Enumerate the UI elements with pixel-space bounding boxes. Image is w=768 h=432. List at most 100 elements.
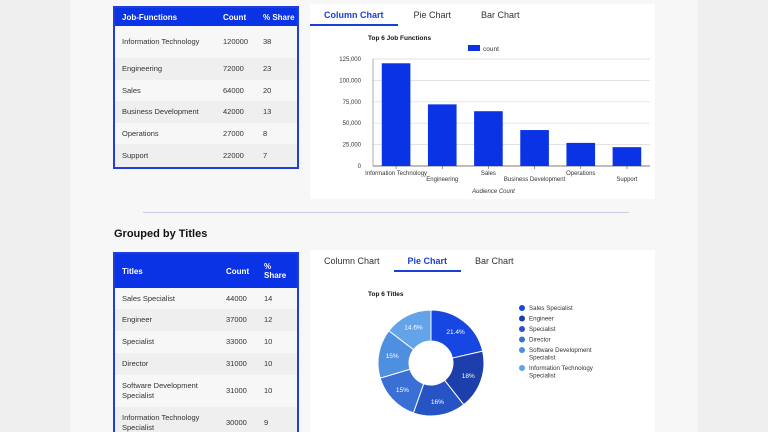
cell-count: 37000 [219, 309, 257, 331]
tab-column-chart[interactable]: Column Chart [310, 4, 398, 26]
cell-name: Software Development Specialist [122, 381, 198, 400]
cell-share: 8 [263, 128, 268, 138]
cell-share: 9 [257, 407, 297, 432]
x-tick-label: Business Development [504, 177, 566, 183]
col-header-share[interactable]: % Share [257, 254, 297, 288]
table-row[interactable]: Support 22000 7 [115, 144, 297, 167]
legend-label: count [483, 46, 499, 53]
x-axis-label: Audience Count [471, 189, 515, 195]
legend-label: Specialist [529, 326, 556, 333]
cell-count: 22000 [216, 144, 256, 167]
legend-label: Specialist [529, 355, 556, 362]
table-row[interactable]: Operations 27000 8 [115, 123, 297, 144]
column-chart-card: Column Chart Pie Chart Bar Chart Top 6 J… [310, 4, 655, 199]
legend-marker [519, 336, 525, 343]
table-row[interactable]: Sales Specialist 44000 14 [115, 288, 297, 309]
bar [520, 130, 549, 166]
x-tick-label: Sales [481, 171, 496, 177]
table-row[interactable]: Sales 64000 20 [115, 80, 297, 101]
cell-share: 7 [256, 144, 297, 167]
tab-column-chart[interactable]: Column Chart [310, 250, 394, 272]
cell-name: Operations [122, 128, 159, 138]
cell-share: 10 [257, 353, 297, 375]
legend-label: Engineer [529, 316, 554, 323]
cell-name: Support [115, 144, 216, 167]
chart-title: Top 6 Titles [368, 291, 404, 298]
cell-count: 64000 [223, 85, 244, 95]
legend-label: Sales Specialist [529, 305, 573, 312]
col-header-count[interactable]: Count [216, 8, 256, 26]
table-row[interactable]: Information Technology Specialist 30000 … [115, 407, 297, 432]
x-tick-label: Information Technology [365, 171, 427, 177]
y-tick-label: 100,000 [339, 78, 361, 84]
cell-name: Information Technology Specialist [115, 407, 219, 432]
legend-swatch [468, 45, 480, 51]
legend-marker [519, 326, 525, 332]
col-header-count[interactable]: Count [219, 254, 257, 288]
tab-bar-chart[interactable]: Bar Chart [467, 4, 534, 26]
cell-count: 44000 [226, 293, 247, 303]
cell-share: 38 [263, 37, 272, 46]
table-row[interactable]: Specialist 33000 10 [115, 331, 297, 353]
col-header-titles[interactable]: Titles [115, 254, 219, 288]
cell-name: Information Technology [122, 37, 200, 46]
legend-marker [519, 365, 525, 371]
page: Job-Functions Count % Share Information … [70, 0, 698, 432]
slice-label: 21.4% [446, 329, 465, 336]
legend-label: Specialist [529, 373, 556, 380]
cell-share: 20 [263, 85, 272, 95]
pie-chart-card: Column Chart Pie Chart Bar Chart Top 6 T… [310, 250, 655, 432]
table-row[interactable]: Engineer 37000 12 [115, 309, 297, 331]
cell-count: 42000 [216, 101, 256, 123]
legend-label: Director [529, 337, 551, 344]
legend-marker [519, 315, 525, 322]
cell-share: 14 [264, 293, 273, 303]
cell-name: Engineering [115, 58, 216, 80]
bar [474, 111, 503, 166]
table-row[interactable]: Information Technology 120000 38 [115, 26, 297, 58]
slice-label: 16% [431, 399, 444, 406]
cell-name: Specialist [122, 337, 155, 346]
cell-share: 13 [256, 101, 297, 123]
y-tick-label: 50,000 [343, 121, 362, 127]
bar [612, 147, 642, 166]
bar [566, 142, 596, 166]
bar [427, 104, 457, 166]
table-header: Titles Count % Share [115, 254, 297, 288]
table-row[interactable]: Business Development 42000 13 [115, 101, 297, 123]
cell-count: 31000 [226, 386, 247, 395]
tab-bar-chart[interactable]: Bar Chart [461, 250, 528, 272]
x-tick-label: Operations [566, 171, 595, 177]
bar [381, 63, 411, 166]
cell-count: 31000 [219, 353, 257, 375]
legend-label: Software Development [529, 347, 592, 354]
y-tick-label: 75,000 [343, 100, 362, 106]
section-divider [143, 212, 629, 213]
x-tick-label: Engineering [426, 177, 458, 183]
chart-title: Top 6 Job Functions [368, 35, 431, 42]
cell-name: Sales Specialist [122, 293, 175, 303]
cell-count: 33000 [226, 337, 247, 346]
pie-chart: Top 6 Titles 21.4% 18% 16% 15% 15% 14.6% Sales … [368, 291, 594, 417]
job-functions-table: Job-Functions Count % Share Information … [113, 6, 299, 169]
table-row[interactable]: Director 31000 10 [115, 353, 297, 375]
tab-pie-chart[interactable]: Pie Chart [398, 4, 468, 26]
x-tick-label: Support [616, 177, 637, 183]
y-tick-label: 25,000 [343, 143, 362, 149]
section-title-titles: Grouped by Titles [114, 228, 208, 240]
table-header: Job-Functions Count % Share [115, 8, 297, 26]
slice-label: 18% [462, 373, 475, 380]
cell-name: Director [115, 353, 219, 375]
cell-count: 30000 [219, 407, 257, 432]
slice-label: 14.6% [404, 325, 423, 332]
table-row[interactable]: Engineering 72000 23 [115, 58, 297, 80]
table-row[interactable]: Software Development Specialist 31000 10 [115, 375, 297, 407]
cell-share: 10 [264, 337, 273, 346]
bottom-chart-tabs: Column Chart Pie Chart Bar Chart [310, 250, 528, 272]
col-header-job-functions[interactable]: Job-Functions [115, 8, 216, 26]
cell-count: 27000 [223, 128, 244, 138]
col-header-share[interactable]: % Share [256, 8, 297, 26]
tab-pie-chart[interactable]: Pie Chart [393, 250, 462, 272]
top-chart-tabs: Column Chart Pie Chart Bar Chart [310, 4, 534, 26]
y-tick-label: 125,000 [339, 57, 361, 63]
